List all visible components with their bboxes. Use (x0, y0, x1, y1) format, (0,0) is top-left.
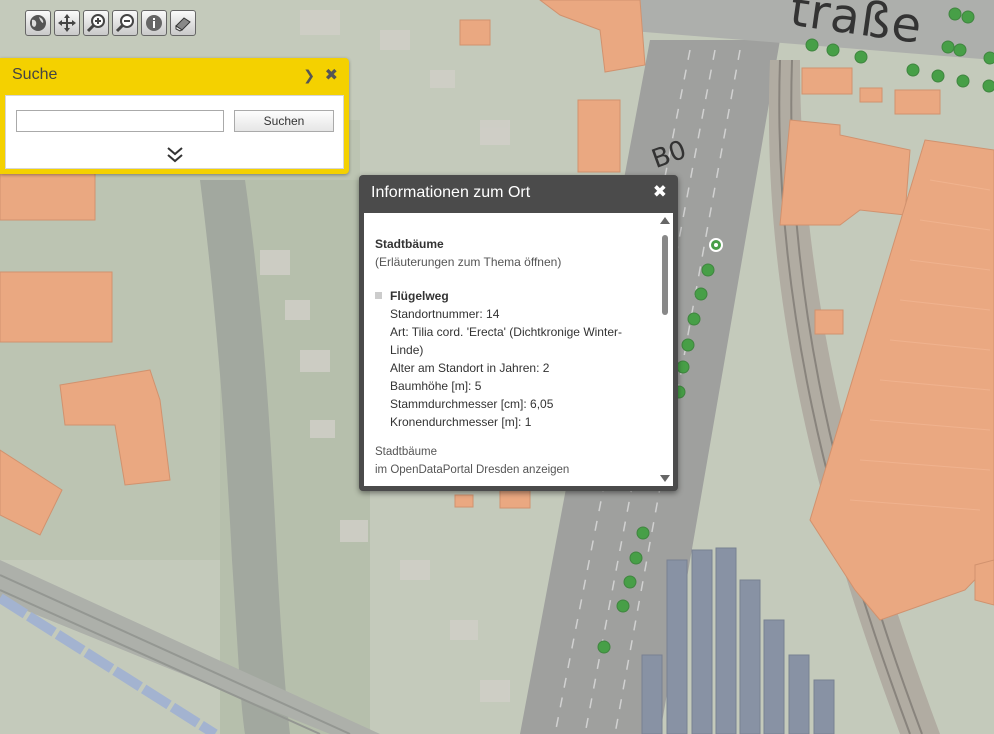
opendata-link-line2: im OpenDataPortal Dresden anzeigen (375, 464, 570, 476)
opendata-link-line1: Stadtbäume (375, 446, 438, 458)
close-icon[interactable]: ✖ (653, 182, 667, 202)
search-button[interactable]: Suchen (234, 110, 334, 132)
feature-name: Flügelweg (390, 289, 449, 303)
globe-icon (30, 15, 46, 31)
info-window-body: Stadtbäume (Erläuterungen zum Thema öffn… (364, 213, 673, 486)
attribute-standortnummer: Standortnummer: 14 (390, 307, 500, 321)
info-tool-button[interactable] (141, 10, 167, 36)
info-window: Informationen zum Ort ✖ Stadtbäume (Erlä… (359, 175, 678, 491)
scroll-up-icon[interactable] (660, 217, 670, 224)
scroll-thumb[interactable] (662, 235, 668, 315)
eraser-tool-button[interactable] (170, 10, 196, 36)
eraser-icon (175, 17, 191, 32)
scroll-down-icon[interactable] (660, 475, 670, 482)
attribute-alter: Alter am Standort in Jahren: 2 (390, 361, 550, 375)
search-panel-title: Suche (12, 66, 58, 83)
attribute-stammdurchmesser: Stammdurchmesser [cm]: 6,05 (390, 397, 554, 411)
zoom-out-tool-button[interactable] (112, 10, 138, 36)
zoom-out-icon (115, 14, 134, 33)
chevron-right-icon[interactable]: ❯ (303, 67, 315, 84)
theme-explanation-link[interactable]: (Erläuterungen zum Thema öffnen) (375, 253, 653, 271)
info-content: Stadtbäume (Erläuterungen zum Thema öffn… (375, 235, 653, 479)
info-icon (146, 15, 162, 31)
pan-tool-button[interactable] (54, 10, 80, 36)
search-input[interactable] (16, 110, 224, 132)
info-scrollbar[interactable] (660, 217, 670, 482)
close-icon[interactable]: ✖ (325, 65, 338, 85)
feature-attributes: Standortnummer: 14 Art: Tilia cord. 'Ere… (390, 305, 653, 431)
feature-entry: Flügelweg Standortnummer: 14 Art: Tilia … (375, 287, 653, 431)
pan-icon (58, 14, 76, 32)
globe-tool-button[interactable] (25, 10, 51, 36)
search-panel-header: Suche ❯ ✖ (0, 58, 349, 92)
info-window-title: Informationen zum Ort (371, 184, 531, 201)
attribute-baumhoehe: Baumhöhe [m]: 5 (390, 379, 482, 393)
zoom-in-icon (86, 14, 105, 33)
map-toolbar (25, 10, 196, 36)
attribute-kronendurchmesser: Kronendurchmesser [m]: 1 (390, 415, 532, 429)
theme-heading: Stadtbäume (375, 237, 444, 251)
search-panel: Suche ❯ ✖ Suchen (0, 58, 349, 174)
double-chevron-down-icon[interactable] (166, 146, 184, 164)
opendata-link[interactable]: Stadtbäume im OpenDataPortal Dresden anz… (375, 443, 653, 479)
feature-bullet-icon (375, 292, 382, 299)
attribute-art: Art: Tilia cord. 'Erecta' (Dichtkronige … (390, 325, 622, 357)
zoom-in-tool-button[interactable] (83, 10, 109, 36)
search-panel-body: Suchen (5, 95, 344, 169)
